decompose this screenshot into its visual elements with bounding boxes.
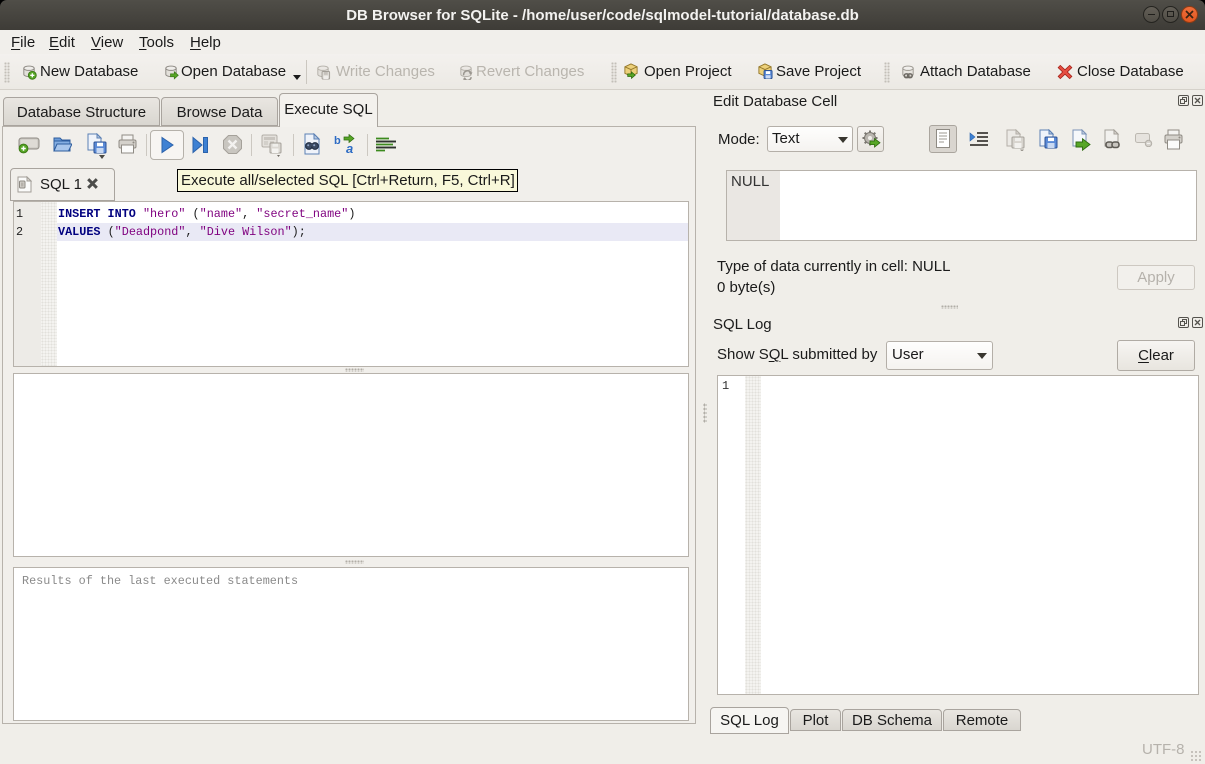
- svg-text:a: a: [346, 141, 353, 155]
- svg-text:b: b: [334, 135, 341, 147]
